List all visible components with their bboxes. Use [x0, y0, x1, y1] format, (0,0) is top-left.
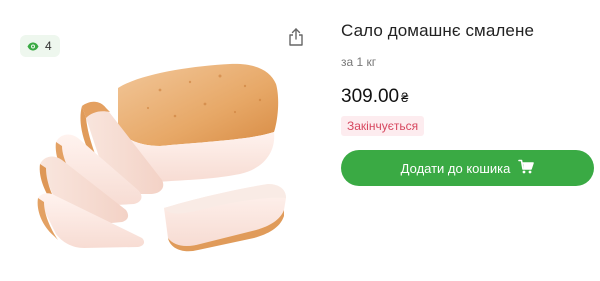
- product-card: 4 Сало домашнє смалене за 1 кг 309.00 ₴ …: [0, 0, 600, 281]
- views-badge: 4: [20, 35, 60, 57]
- eye-icon: [27, 42, 39, 51]
- share-icon: [288, 27, 304, 51]
- product-title[interactable]: Сало домашнє смалене: [341, 21, 534, 41]
- product-unit: за 1 кг: [341, 55, 377, 69]
- price-value: 309.00: [341, 86, 400, 107]
- price-currency: ₴: [401, 90, 409, 105]
- stock-status-badge: Закінчується: [341, 116, 425, 136]
- product-info: Сало домашнє смалене за 1 кг 309.00 ₴ Зак…: [341, 0, 600, 281]
- product-price: 309.00 ₴: [341, 86, 408, 108]
- add-to-cart-button[interactable]: Додати до кошика: [341, 150, 594, 186]
- product-image: [37, 63, 286, 252]
- product-image-area: 4: [0, 0, 320, 281]
- cart-icon: [518, 159, 535, 177]
- add-to-cart-label: Додати до кошика: [400, 160, 511, 176]
- share-button[interactable]: [286, 27, 306, 51]
- views-count: 4: [45, 39, 52, 53]
